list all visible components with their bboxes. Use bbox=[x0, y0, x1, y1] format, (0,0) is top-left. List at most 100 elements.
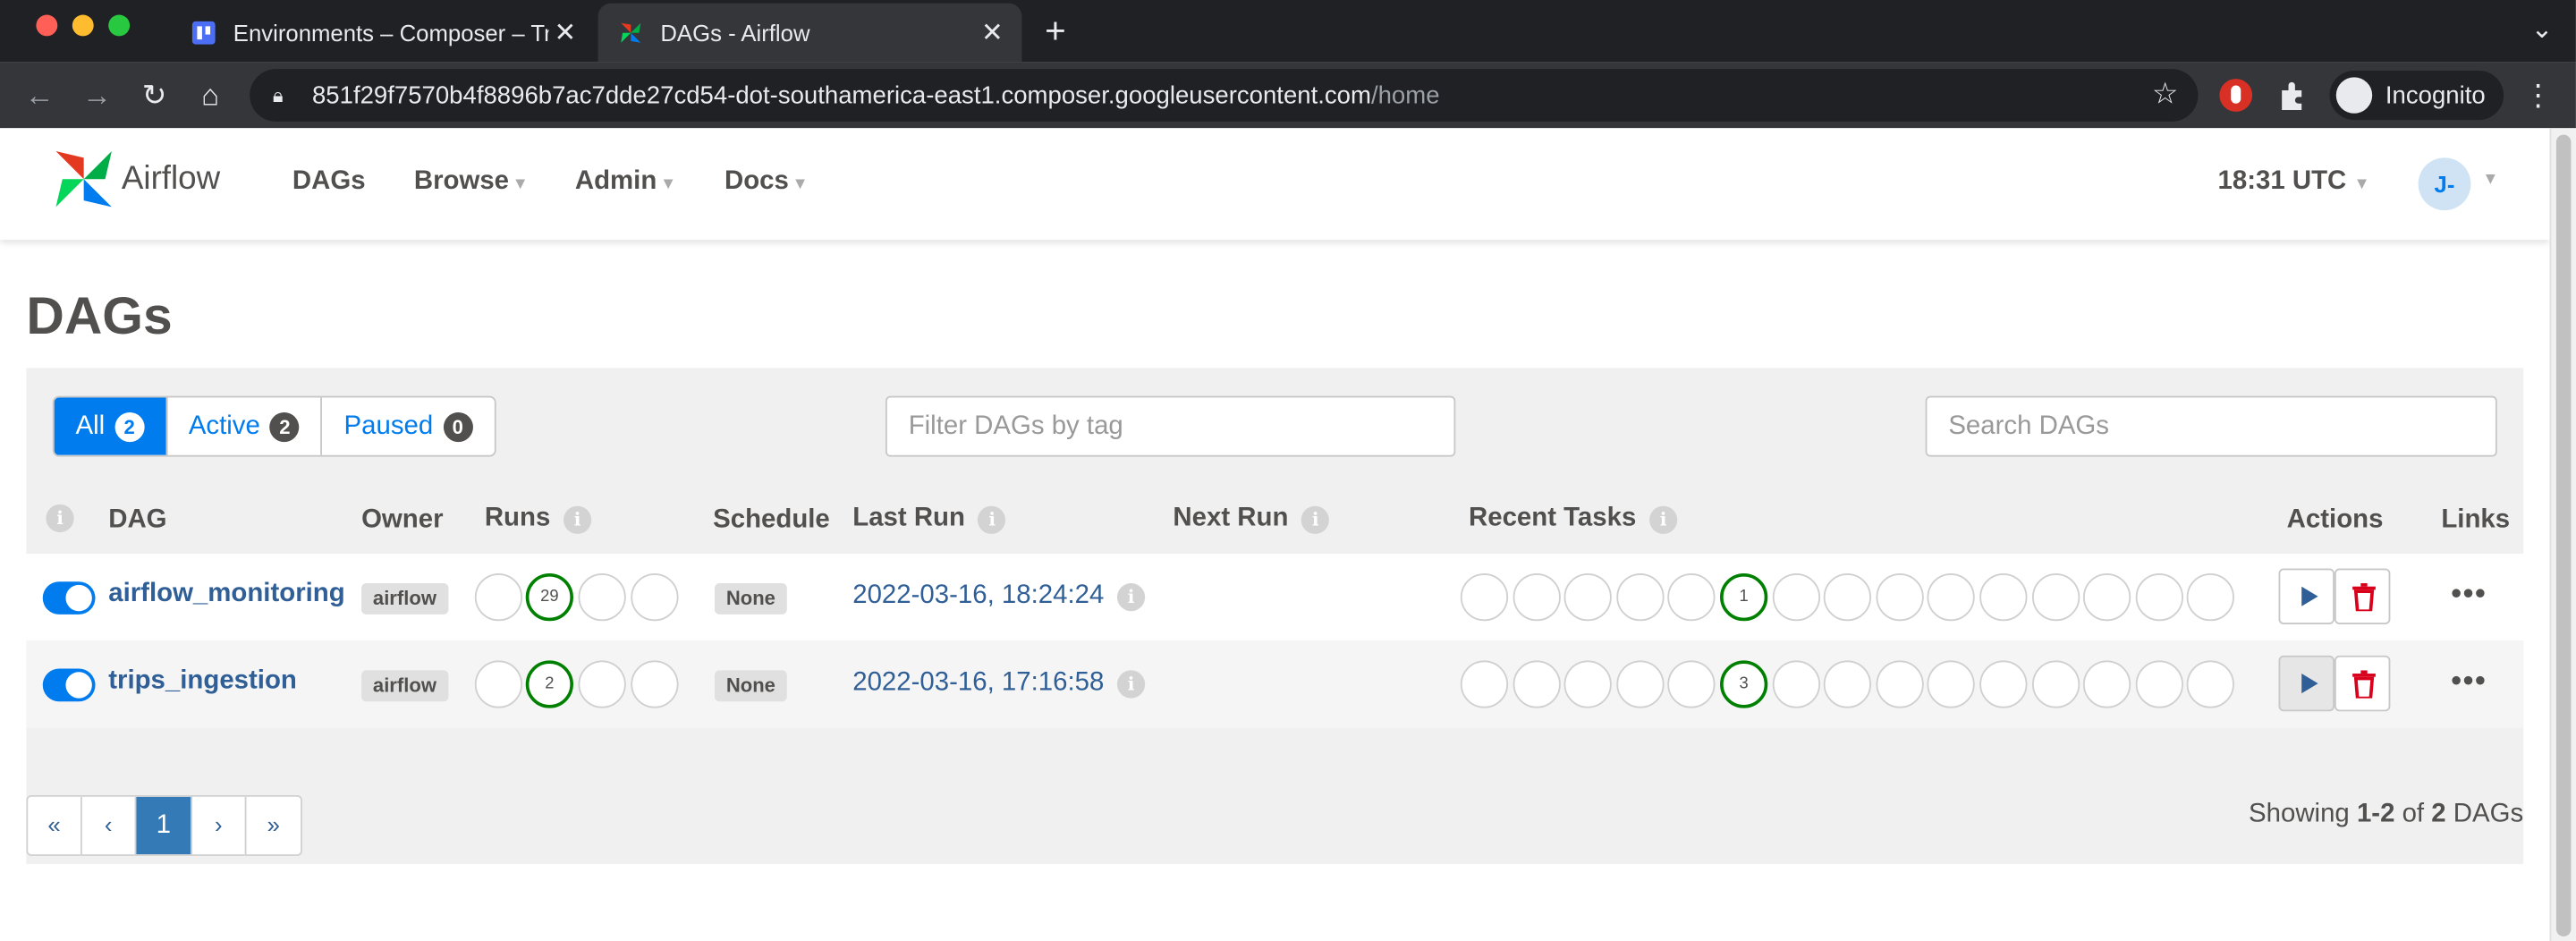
scrollbar-thumb[interactable] bbox=[2555, 134, 2572, 937]
delete-dag-button[interactable] bbox=[2334, 655, 2391, 712]
chevron-down-icon[interactable]: ▼ bbox=[2482, 171, 2498, 189]
reload-icon[interactable]: ↻ bbox=[135, 75, 174, 114]
task-status-circle[interactable] bbox=[1563, 573, 1613, 622]
links-menu-icon[interactable]: ••• bbox=[2451, 664, 2487, 699]
task-status-circle[interactable] bbox=[1824, 573, 1872, 622]
brand-name[interactable]: Airflow bbox=[122, 161, 220, 199]
clock-dropdown[interactable]: 18:31 UTC ▼ bbox=[2218, 167, 2370, 197]
bookmark-star-icon[interactable]: ☆ bbox=[2152, 77, 2179, 112]
task-status-circle[interactable] bbox=[1772, 573, 1820, 622]
task-status-circle[interactable] bbox=[2031, 573, 2080, 622]
run-status-circle[interactable] bbox=[474, 573, 523, 622]
header-dag[interactable]: DAG bbox=[108, 506, 166, 536]
task-status-success-circle[interactable]: 3 bbox=[1720, 660, 1768, 708]
task-status-success-circle[interactable]: 1 bbox=[1720, 573, 1768, 622]
task-status-circle[interactable] bbox=[1615, 573, 1665, 622]
trigger-dag-button[interactable] bbox=[2278, 568, 2334, 624]
nav-browse[interactable]: Browse ▼ bbox=[414, 167, 529, 197]
task-status-circle[interactable] bbox=[1928, 660, 1976, 708]
maximize-window-button[interactable] bbox=[108, 14, 131, 37]
filter-active-button[interactable]: Active 2 bbox=[167, 397, 323, 455]
run-status-circle[interactable] bbox=[631, 573, 679, 622]
prev-page-button[interactable]: ‹ bbox=[82, 796, 137, 855]
filter-paused-button[interactable]: Paused 0 bbox=[323, 397, 495, 454]
task-status-circle[interactable] bbox=[1876, 660, 1924, 708]
extensions-puzzle-icon[interactable] bbox=[2275, 77, 2311, 113]
filter-all-button[interactable]: All 2 bbox=[54, 397, 167, 455]
task-status-circle[interactable] bbox=[2187, 573, 2235, 622]
owner-badge[interactable]: airflow bbox=[361, 583, 448, 615]
task-status-circle[interactable] bbox=[2187, 660, 2235, 708]
run-status-circle[interactable] bbox=[578, 573, 626, 622]
back-icon[interactable]: ← bbox=[20, 75, 59, 114]
task-status-circle[interactable] bbox=[1667, 660, 1716, 708]
close-tab-icon[interactable]: ✕ bbox=[976, 16, 1009, 49]
run-status-circle[interactable] bbox=[631, 660, 679, 708]
dag-name-link[interactable]: airflow_monitoring bbox=[108, 580, 344, 609]
browser-tab-composer[interactable]: Environments – Composer – Tr ✕ bbox=[171, 4, 595, 63]
task-status-circle[interactable] bbox=[1460, 573, 1509, 622]
search-dags-input[interactable]: Search DAGs bbox=[1925, 395, 2497, 457]
dag-pause-toggle[interactable] bbox=[42, 668, 96, 702]
address-bar[interactable]: 🔒︎ 851f29f7570b4f8896b7ac7dde27cd54-dot-… bbox=[250, 69, 2199, 122]
task-status-circle[interactable] bbox=[2083, 660, 2131, 708]
info-icon[interactable]: i bbox=[563, 504, 592, 534]
task-status-circle[interactable] bbox=[1460, 660, 1509, 708]
links-menu-icon[interactable]: ••• bbox=[2451, 577, 2487, 612]
next-page-button[interactable]: › bbox=[192, 796, 247, 855]
info-icon[interactable]: i bbox=[978, 504, 1006, 534]
current-page-button[interactable]: 1 bbox=[136, 796, 192, 855]
task-status-circle[interactable] bbox=[2135, 660, 2183, 708]
tab-search-chevron-icon[interactable]: ⌄ bbox=[2531, 13, 2554, 47]
info-icon[interactable]: i bbox=[1116, 669, 1146, 698]
task-status-circle[interactable] bbox=[2135, 573, 2183, 622]
run-status-circle[interactable] bbox=[578, 660, 626, 708]
info-icon[interactable]: i bbox=[46, 504, 74, 533]
nav-docs[interactable]: Docs ▼ bbox=[724, 167, 809, 197]
extension-hand-icon[interactable] bbox=[2218, 77, 2254, 113]
airflow-logo-icon[interactable] bbox=[49, 145, 118, 214]
dag-name-link[interactable]: trips_ingestion bbox=[108, 667, 297, 697]
nav-admin[interactable]: Admin ▼ bbox=[575, 167, 676, 197]
last-page-button[interactable]: » bbox=[247, 797, 301, 854]
task-status-circle[interactable] bbox=[1824, 660, 1872, 708]
task-status-circle[interactable] bbox=[2083, 573, 2131, 622]
run-status-success-circle[interactable]: 29 bbox=[525, 573, 574, 622]
trigger-dag-button[interactable] bbox=[2278, 655, 2334, 712]
owner-badge[interactable]: airflow bbox=[361, 670, 448, 702]
delete-dag-button[interactable] bbox=[2334, 568, 2391, 624]
close-window-button[interactable] bbox=[36, 14, 58, 37]
task-status-circle[interactable] bbox=[1979, 660, 2028, 708]
run-status-circle[interactable] bbox=[474, 660, 523, 708]
run-status-success-circle[interactable]: 2 bbox=[525, 660, 574, 708]
task-status-circle[interactable] bbox=[1615, 660, 1665, 708]
task-status-circle[interactable] bbox=[2031, 660, 2080, 708]
minimize-window-button[interactable] bbox=[72, 14, 94, 37]
info-icon[interactable]: i bbox=[1116, 582, 1146, 611]
tag-filter-input[interactable]: Filter DAGs by tag bbox=[885, 395, 1456, 457]
browser-menu-icon[interactable]: ⋮ bbox=[2523, 79, 2553, 114]
task-status-circle[interactable] bbox=[1979, 573, 2028, 622]
task-status-circle[interactable] bbox=[1772, 660, 1820, 708]
user-avatar[interactable]: J- bbox=[2418, 157, 2471, 211]
info-icon[interactable]: i bbox=[1301, 504, 1330, 534]
new-tab-icon[interactable]: + bbox=[1045, 10, 1066, 53]
last-run-link[interactable]: 2022-03-16, 17:16:58 bbox=[852, 669, 1104, 699]
task-status-circle[interactable] bbox=[1667, 573, 1716, 622]
task-status-circle[interactable] bbox=[1512, 573, 1561, 622]
dag-pause-toggle[interactable] bbox=[42, 581, 96, 615]
task-status-circle[interactable] bbox=[1512, 660, 1561, 708]
forward-icon[interactable]: → bbox=[77, 75, 116, 114]
close-tab-icon[interactable]: ✕ bbox=[548, 16, 581, 49]
task-status-circle[interactable] bbox=[1876, 573, 1924, 622]
browser-tab-airflow[interactable]: DAGs - Airflow ✕ bbox=[597, 3, 1022, 63]
page-scrollbar[interactable] bbox=[2549, 128, 2576, 941]
task-status-circle[interactable] bbox=[1928, 573, 1976, 622]
incognito-indicator[interactable]: Incognito bbox=[2329, 70, 2504, 121]
last-run-link[interactable]: 2022-03-16, 18:24:24 bbox=[852, 581, 1104, 611]
task-status-circle[interactable] bbox=[1563, 660, 1613, 708]
header-owner[interactable]: Owner bbox=[361, 506, 443, 536]
nav-dags[interactable]: DAGs bbox=[292, 167, 366, 197]
info-icon[interactable]: i bbox=[1649, 504, 1678, 534]
home-icon[interactable]: ⌂ bbox=[191, 75, 230, 114]
